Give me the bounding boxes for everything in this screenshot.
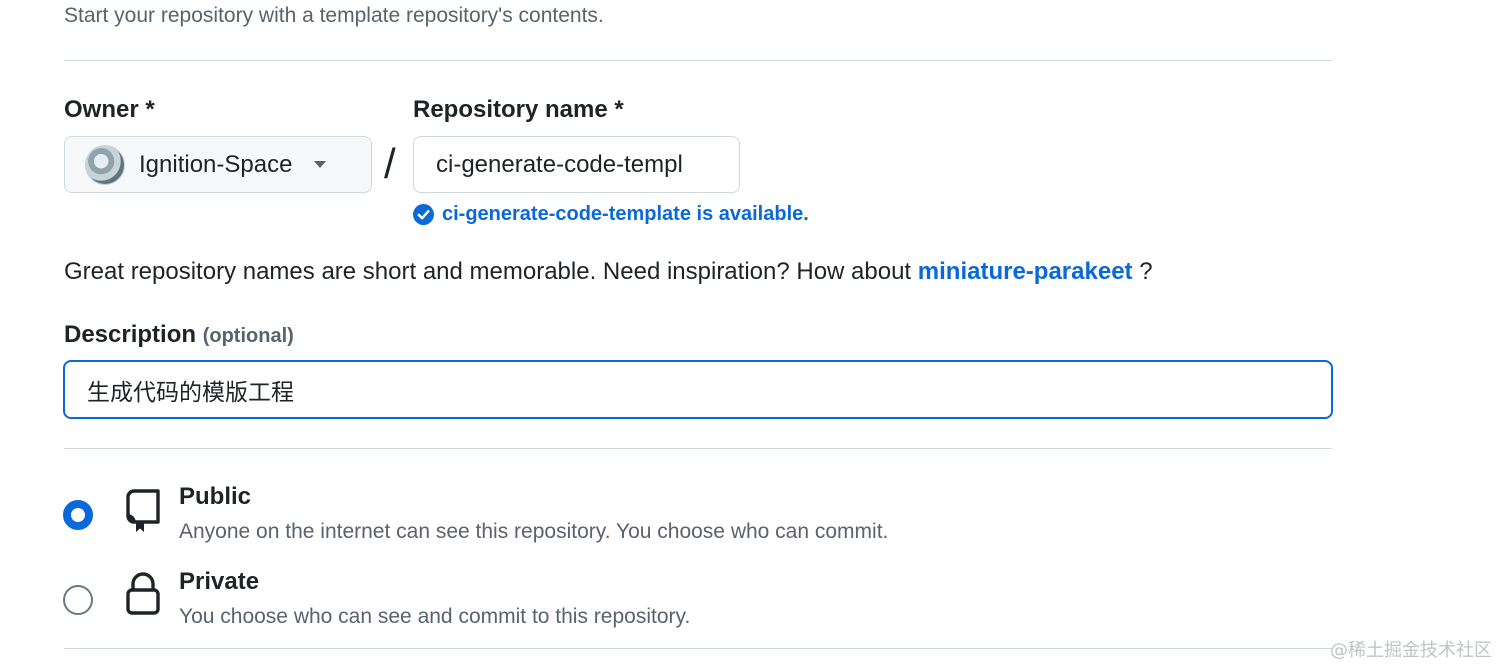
description-input[interactable] xyxy=(63,360,1333,419)
watermark: @稀土掘金技术社区 xyxy=(1330,640,1492,661)
private-option-title: Private xyxy=(179,568,260,595)
create-repo-form: Start your repository with a template re… xyxy=(0,0,1500,668)
description-label-row: Description (optional) xyxy=(64,321,294,349)
owner-label: Owner * xyxy=(64,96,155,123)
optional-label: (optional) xyxy=(202,325,294,347)
repo-icon xyxy=(126,489,160,532)
check-circle-fill-icon xyxy=(413,204,434,225)
divider xyxy=(64,60,1332,61)
divider xyxy=(64,648,1332,649)
lock-icon xyxy=(126,572,160,615)
private-option-desc: You choose who can see and commit to thi… xyxy=(179,605,691,628)
name-hint: Great repository names are short and mem… xyxy=(64,258,1153,286)
owner-repo-separator: / xyxy=(384,140,396,187)
public-radio[interactable] xyxy=(63,500,93,530)
repo-name-input[interactable] xyxy=(413,136,740,193)
divider xyxy=(64,448,1332,449)
caret-down-icon xyxy=(314,161,327,168)
suggested-name-link[interactable]: miniature-parakeet xyxy=(918,258,1133,285)
availability-text: ci-generate-code-template is available. xyxy=(442,203,809,225)
private-radio[interactable] xyxy=(63,585,93,615)
template-intro-text: Start your repository with a template re… xyxy=(64,4,604,27)
public-option-title: Public xyxy=(179,483,252,510)
hint-text: Great repository names are short and mem… xyxy=(64,258,912,285)
public-option-desc: Anyone on the internet can see this repo… xyxy=(179,520,889,543)
owner-name: Ignition-Space xyxy=(139,150,293,178)
availability-message: ci-generate-code-template is available. xyxy=(413,203,809,226)
description-label: Description xyxy=(64,321,197,348)
owner-dropdown-button[interactable]: Ignition-Space xyxy=(64,136,372,193)
repo-name-label: Repository name * xyxy=(413,96,624,123)
hint-suffix: ? xyxy=(1139,258,1153,285)
owner-avatar xyxy=(85,144,125,185)
